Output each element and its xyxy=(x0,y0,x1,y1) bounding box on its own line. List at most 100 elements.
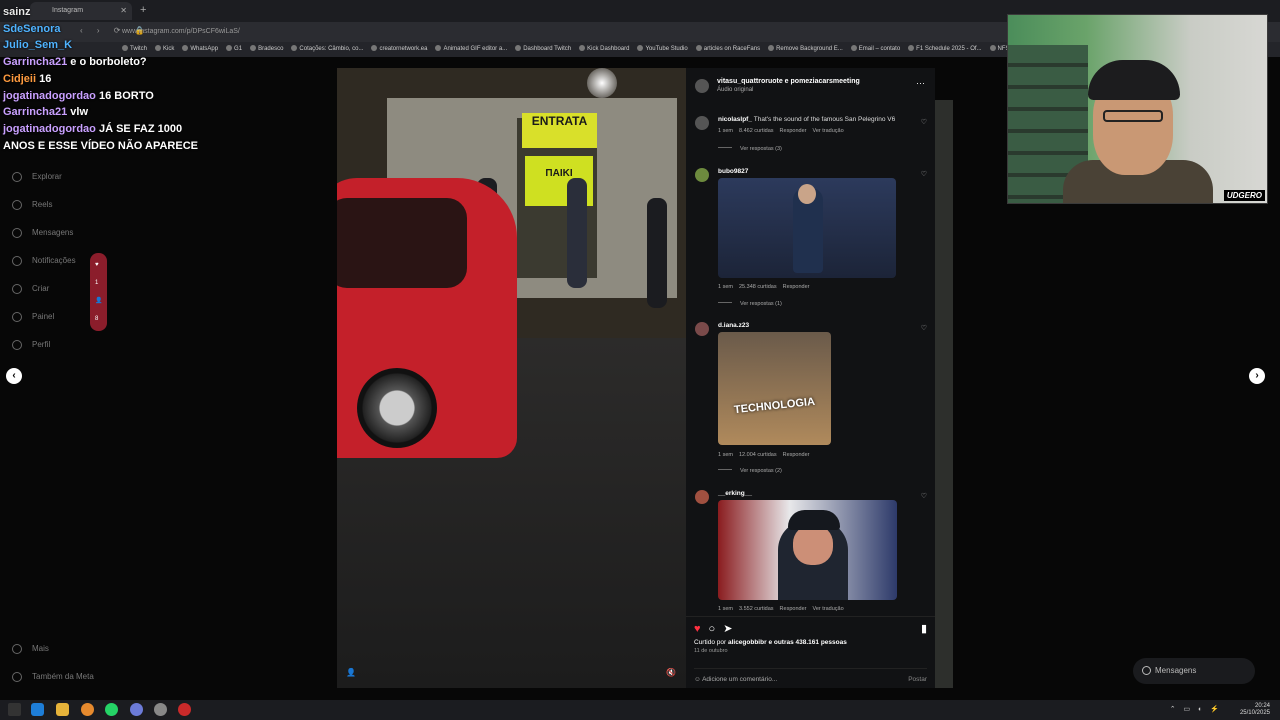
chat-message: Cidjeii 16 xyxy=(3,71,198,88)
sidebar-item-perfil[interactable]: Perfil xyxy=(10,336,76,364)
instagram-sidebar-bottom: Mais Também da Meta xyxy=(10,640,94,696)
chat-message: Garrincha21 vlw xyxy=(3,104,198,121)
sidebar-item-notificacoes[interactable]: Notificações ♥ 1 👤 8 xyxy=(10,252,108,331)
view-replies-button[interactable]: Ver respostas (3) xyxy=(718,146,782,152)
comment-likes[interactable]: 25.348 curtidas xyxy=(739,284,777,290)
sidebar-item-label: Explorar xyxy=(32,172,62,181)
reply-button[interactable]: Responder xyxy=(780,128,807,134)
reply-button[interactable]: Responder xyxy=(783,452,810,458)
sidebar-item-label: Reels xyxy=(32,200,53,209)
bookmark-item[interactable]: Animated GIF editor a... xyxy=(435,45,507,57)
obs-icon[interactable] xyxy=(178,703,191,716)
settings-icon[interactable] xyxy=(154,703,167,716)
liked-by-rest[interactable]: e outras 438.161 pessoas xyxy=(768,639,846,646)
folder-icon[interactable] xyxy=(56,703,69,716)
messages-button[interactable]: Mensagens xyxy=(1133,658,1255,684)
reels-icon xyxy=(12,200,22,210)
sidebar-item-label: Painel xyxy=(32,312,55,321)
clock[interactable]: 20:24 25/10/2025 xyxy=(1240,703,1270,717)
bookmark-item[interactable]: Bradesco xyxy=(250,45,283,57)
sidebar-item-meta[interactable]: Também da Meta xyxy=(10,668,94,696)
car-wheel xyxy=(357,368,437,448)
bookmark-icon[interactable]: ▮ xyxy=(921,622,927,635)
chat-message: jogatinadogordao 16 BORTO xyxy=(3,88,198,105)
sidebar-item-explorar[interactable]: Explorar xyxy=(10,168,76,196)
chat-username: Julio_Sem_K xyxy=(3,39,73,52)
post-video[interactable]: ENTRATA ΠΑΙΚΙ 👤 🔇 xyxy=(337,68,686,688)
plus-icon xyxy=(12,284,22,294)
comment-username[interactable]: __erking__ xyxy=(718,490,752,497)
reply-button[interactable]: Responder xyxy=(783,284,810,290)
messenger-icon xyxy=(1142,666,1151,675)
bookmark-item[interactable]: creatornetwork.ea xyxy=(371,45,427,57)
user-tag-icon[interactable]: 👤 xyxy=(346,668,356,677)
audio-label[interactable]: Áudio original xyxy=(717,87,753,93)
firefox-icon[interactable] xyxy=(81,703,94,716)
chat-text: e o borboleto? xyxy=(70,56,147,69)
comment-likes[interactable]: 8.462 curtidas xyxy=(739,128,774,134)
discord-icon[interactable] xyxy=(130,703,143,716)
chat-username: Garrincha21 xyxy=(3,56,68,69)
sidebar-item-criar[interactable]: Criar xyxy=(10,280,76,308)
comment-likes[interactable]: 3.552 curtidas xyxy=(739,606,774,612)
translate-button[interactable]: Ver tradução xyxy=(812,128,843,134)
sidebar-item-mais[interactable]: Mais xyxy=(10,640,94,668)
liked-by-user[interactable]: alicegobbibr xyxy=(728,639,767,646)
bookmark-item[interactable]: Kick Dashboard xyxy=(579,45,629,57)
whatsapp-icon[interactable] xyxy=(105,703,118,716)
bookmark-item[interactable]: Remove Background E... xyxy=(768,45,843,57)
next-post-button[interactable]: › xyxy=(1249,368,1265,384)
comment-meta: 1 sem 12.004 curtidas Responder xyxy=(718,452,816,458)
comment-username[interactable]: nicolaslpf_ xyxy=(718,116,752,123)
bookmark-item[interactable]: Cotações: Câmbio, co... xyxy=(291,45,363,57)
bookmark-item[interactable]: Dashboard Twitch xyxy=(515,45,571,57)
comment-username[interactable]: bubo9827 xyxy=(718,168,748,175)
share-icon[interactable]: ➤ xyxy=(723,623,740,635)
emoji-icon[interactable]: ☺ xyxy=(694,676,701,683)
comment-meta: 1 sem 8.462 curtidas Responder Ver tradução xyxy=(718,128,850,134)
comment-icon[interactable]: ○ xyxy=(709,623,724,635)
like-comment-icon[interactable]: ♡ xyxy=(921,118,927,126)
view-replies-button[interactable]: Ver respostas (1) xyxy=(718,301,782,307)
chat-username: jogatinadogordao xyxy=(3,122,96,135)
avatar[interactable] xyxy=(695,168,709,182)
sidebar-item-reels[interactable]: Reels xyxy=(10,196,76,224)
translate-button[interactable]: Ver tradução xyxy=(812,606,843,612)
like-heart-icon[interactable]: ♥ xyxy=(694,623,709,635)
like-comment-icon[interactable]: ♡ xyxy=(921,324,927,332)
reply-button[interactable]: Responder xyxy=(780,606,807,612)
bookmark-item[interactable]: G1 xyxy=(226,45,242,57)
post-header: vitasu_quattroruote e pomeziacarsmeeting… xyxy=(686,68,935,104)
previous-post-button[interactable]: ‹ xyxy=(6,368,22,384)
comment-username[interactable]: d.iana.z23 xyxy=(718,322,749,329)
dashboard-icon xyxy=(12,312,22,322)
sidebar-item-label: Perfil xyxy=(32,340,51,349)
avatar[interactable] xyxy=(695,116,709,130)
bookmark-item[interactable]: articles on RaceFans xyxy=(696,45,760,57)
sidebar-item-painel[interactable]: Painel xyxy=(10,308,76,336)
chat-message: Garrincha21 e o borboleto? xyxy=(3,54,198,71)
system-tray-icons[interactable]: ⌃ ▭ ◐ ⚡ xyxy=(1170,705,1222,713)
chat-message: SdeSenora xyxy=(3,21,198,38)
chat-text: 16 xyxy=(39,72,52,85)
author-avatar[interactable] xyxy=(695,79,709,93)
avatar[interactable] xyxy=(695,322,709,336)
comment-time: 1 sem xyxy=(718,452,733,458)
start-icon[interactable] xyxy=(8,703,21,716)
view-replies-button[interactable]: Ver respostas (2) xyxy=(718,468,782,474)
bookmark-item[interactable]: F1 Schedule 2025 - Of... xyxy=(908,45,981,57)
comment-input[interactable]: Adicione um comentário... xyxy=(702,676,777,683)
more-options-icon[interactable]: ··· xyxy=(916,78,925,88)
like-comment-icon[interactable]: ♡ xyxy=(921,492,927,500)
post-author[interactable]: vitasu_quattroruote e pomeziacarsmeeting xyxy=(717,78,860,85)
post-comment-button[interactable]: Postar xyxy=(908,676,927,683)
sidebar-item-mensagens[interactable]: Mensagens xyxy=(10,224,76,252)
bookmark-item[interactable]: YouTube Studio xyxy=(637,45,687,57)
mute-icon[interactable]: 🔇 xyxy=(666,668,676,677)
bookmark-item[interactable]: Email – contato xyxy=(851,45,900,57)
comment-likes[interactable]: 12.004 curtidas xyxy=(739,452,777,458)
like-comment-icon[interactable]: ♡ xyxy=(921,170,927,178)
edge-icon[interactable] xyxy=(31,703,44,716)
comment-text: That's the sound of the famous San Peleg… xyxy=(753,116,896,123)
avatar[interactable] xyxy=(695,490,709,504)
